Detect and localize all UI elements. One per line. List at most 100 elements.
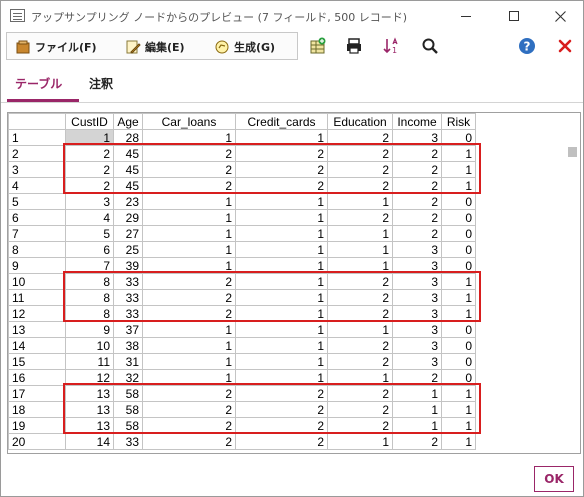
table-cell[interactable]: 1 [327, 321, 393, 338]
table-cell[interactable]: 2 [327, 401, 393, 418]
close-preview-button[interactable] [555, 36, 575, 56]
table-row[interactable]: 17 13 58 2 2 2 1 1 [8, 385, 476, 402]
table-cell[interactable]: 1 [235, 353, 328, 370]
column-header[interactable]: Car_loans [142, 113, 236, 130]
table-cell[interactable]: 1 [142, 257, 236, 274]
table-cell[interactable]: 2 [327, 209, 393, 226]
vertical-scrollbar-thumb[interactable] [568, 147, 577, 157]
table-cell[interactable]: 58 [113, 385, 143, 402]
table-cell[interactable]: 2 [392, 193, 442, 210]
table-cell[interactable]: 2 [392, 145, 442, 162]
table-cell[interactable]: 2 [392, 209, 442, 226]
tab-table[interactable]: テーブル [15, 75, 62, 92]
table-cell[interactable]: 0 [441, 225, 476, 242]
sort-button[interactable]: 1 [382, 36, 402, 56]
row-number[interactable]: 4 [8, 177, 66, 194]
table-cell[interactable]: 0 [441, 321, 476, 338]
table-cell[interactable]: 2 [327, 273, 393, 290]
table-cell[interactable]: 1 [327, 369, 393, 386]
table-cell[interactable]: 1 [441, 385, 476, 402]
row-number[interactable]: 15 [8, 353, 66, 370]
table-row[interactable]: 14 10 38 1 1 2 3 0 [8, 337, 476, 354]
table-cell[interactable]: 2 [327, 353, 393, 370]
table-cell[interactable]: 33 [113, 305, 143, 322]
table-row[interactable]: 12 8 33 2 1 2 3 1 [8, 305, 476, 322]
table-row[interactable]: 9 7 39 1 1 1 3 0 [8, 257, 476, 274]
table-cell[interactable]: 3 [392, 305, 442, 322]
table-cell[interactable]: 2 [392, 433, 442, 450]
table-cell[interactable]: 32 [113, 369, 143, 386]
ok-button[interactable]: OK [534, 466, 574, 492]
table-cell[interactable]: 6 [65, 241, 114, 258]
row-number[interactable]: 20 [8, 433, 66, 450]
table-cell[interactable]: 0 [441, 353, 476, 370]
table-cell[interactable]: 13 [65, 401, 114, 418]
table-row[interactable]: 15 11 31 1 1 2 3 0 [8, 353, 476, 370]
table-cell[interactable]: 29 [113, 209, 143, 226]
row-number[interactable]: 16 [8, 369, 66, 386]
table-cell[interactable]: 39 [113, 257, 143, 274]
row-number[interactable]: 5 [8, 193, 66, 210]
table-row[interactable]: 16 12 32 1 1 1 2 0 [8, 369, 476, 386]
table-row[interactable]: 6 4 29 1 1 2 2 0 [8, 209, 476, 226]
table-cell[interactable]: 8 [65, 305, 114, 322]
table-row[interactable]: 10 8 33 2 1 2 3 1 [8, 273, 476, 290]
table-cell[interactable]: 2 [392, 225, 442, 242]
column-header[interactable]: CustID [65, 113, 114, 130]
row-number[interactable]: 8 [8, 241, 66, 258]
table-row[interactable]: 11 8 33 2 1 2 3 1 [8, 289, 476, 306]
table-cell[interactable]: 0 [441, 129, 476, 146]
table-cell[interactable]: 1 [441, 305, 476, 322]
table-cell[interactable]: 8 [65, 273, 114, 290]
table-row[interactable]: 1 1 28 1 1 2 3 0 [8, 129, 476, 146]
row-number[interactable]: 7 [8, 225, 66, 242]
table-cell[interactable]: 3 [392, 289, 442, 306]
table-cell[interactable]: 1 [142, 209, 236, 226]
table-cell[interactable]: 1 [235, 305, 328, 322]
table-cell[interactable]: 13 [65, 385, 114, 402]
table-cell[interactable]: 1 [142, 369, 236, 386]
table-cell[interactable]: 1 [235, 241, 328, 258]
column-header[interactable]: Risk [441, 113, 476, 130]
table-cell[interactable]: 7 [65, 257, 114, 274]
row-number[interactable]: 18 [8, 401, 66, 418]
table-cell[interactable]: 1 [441, 273, 476, 290]
table-cell[interactable]: 2 [392, 161, 442, 178]
title-bar[interactable]: アップサンプリング ノードからのプレビュー (7 フィールド, 500 レコード… [1, 1, 583, 31]
table-cell[interactable]: 2 [65, 161, 114, 178]
table-cell[interactable]: 2 [327, 305, 393, 322]
table-cell[interactable]: 1 [235, 129, 328, 146]
table-cell[interactable]: 5 [65, 225, 114, 242]
table-cell[interactable]: 1 [142, 193, 236, 210]
row-number[interactable]: 11 [8, 289, 66, 306]
table-cell[interactable]: 3 [392, 241, 442, 258]
column-header[interactable]: Income [392, 113, 442, 130]
column-header[interactable]: Age [113, 113, 143, 130]
table-cell[interactable]: 58 [113, 417, 143, 434]
table-cell[interactable]: 3 [392, 273, 442, 290]
table-cell[interactable]: 1 [327, 241, 393, 258]
table-cell[interactable]: 0 [441, 337, 476, 354]
table-row[interactable]: 13 9 37 1 1 1 3 0 [8, 321, 476, 338]
table-cell[interactable]: 1 [142, 241, 236, 258]
row-number[interactable]: 6 [8, 209, 66, 226]
table-cell[interactable]: 1 [327, 257, 393, 274]
table-cell[interactable]: 1 [392, 401, 442, 418]
table-cell[interactable]: 1 [441, 177, 476, 194]
table-cell[interactable]: 2 [235, 145, 328, 162]
table-cell[interactable]: 27 [113, 225, 143, 242]
table-row[interactable]: 18 13 58 2 2 2 1 1 [8, 401, 476, 418]
table-cell[interactable]: 28 [113, 129, 143, 146]
table-cell[interactable]: 2 [235, 385, 328, 402]
table-cell[interactable]: 1 [235, 193, 328, 210]
minimize-button[interactable] [443, 1, 489, 31]
table-cell[interactable]: 2 [142, 177, 236, 194]
table-cell[interactable]: 2 [235, 433, 328, 450]
table-cell[interactable]: 12 [65, 369, 114, 386]
table-cell[interactable]: 0 [441, 241, 476, 258]
row-number[interactable]: 3 [8, 161, 66, 178]
table-row[interactable]: 3 2 45 2 2 2 2 1 [8, 161, 476, 178]
table-cell[interactable]: 2 [235, 417, 328, 434]
row-number[interactable]: 13 [8, 321, 66, 338]
close-window-button[interactable] [537, 1, 583, 31]
